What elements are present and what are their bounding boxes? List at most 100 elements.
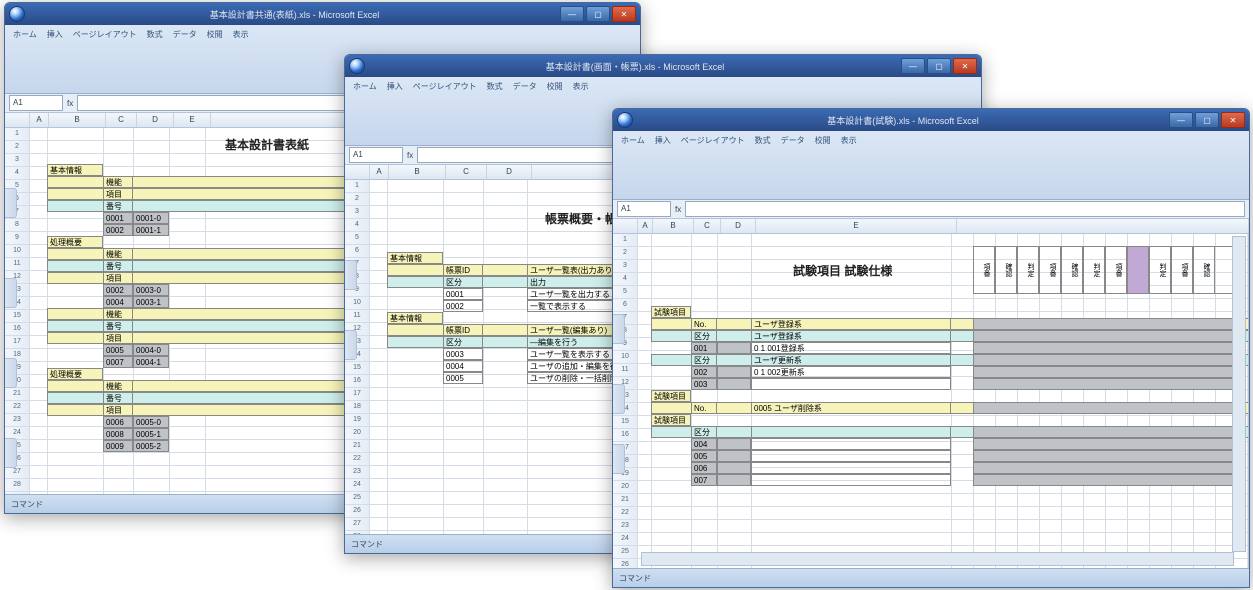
section-label[interactable]: 処理概要	[47, 368, 103, 380]
cell[interactable]	[751, 450, 951, 462]
titlebar[interactable]: 基本設計書共通(表紙).xls - Microsoft Excel — ▢ ✕	[5, 3, 640, 25]
section-label[interactable]: 試験項目	[651, 414, 691, 426]
cell[interactable]	[751, 462, 951, 474]
titlebar[interactable]: 基本設計書(画面・帳票).xls - Microsoft Excel — ▢ ✕	[345, 55, 981, 77]
matrix-row[interactable]	[973, 438, 1237, 450]
cell[interactable]: 機能	[103, 248, 133, 260]
cell[interactable]	[717, 474, 751, 486]
maximize-button[interactable]: ▢	[927, 58, 951, 74]
cell[interactable]: 機能	[103, 380, 133, 392]
cell[interactable]: 0001-1	[133, 224, 169, 236]
outline-tab[interactable]	[345, 330, 357, 360]
cell[interactable]: 0005	[443, 372, 483, 384]
cell[interactable]: 区分	[443, 276, 483, 288]
cell[interactable]: 0003-1	[133, 296, 169, 308]
maximize-button[interactable]: ▢	[586, 6, 610, 22]
cell[interactable]: 0005-2	[133, 440, 169, 452]
name-box[interactable]: A1	[9, 95, 63, 111]
minimize-button[interactable]: —	[1169, 112, 1193, 128]
ribbon-tab[interactable]: 数式	[755, 135, 771, 146]
worksheet[interactable]: 1234567891011121314151617181920212223242…	[613, 234, 1249, 568]
matrix-row[interactable]	[973, 378, 1237, 390]
cell[interactable]: 0 1 001登録系	[751, 342, 951, 354]
outline-tab[interactable]	[5, 278, 17, 308]
fx-icon[interactable]: fx	[67, 99, 73, 108]
cell[interactable]	[751, 474, 951, 486]
cell[interactable]: 0005 ユーザ削除系	[751, 402, 951, 414]
ribbon-tab[interactable]: 校閲	[547, 81, 563, 92]
ribbon-tab[interactable]: 数式	[147, 29, 163, 40]
matrix-row[interactable]	[973, 366, 1237, 378]
cell[interactable]: 001	[691, 342, 717, 354]
section-label[interactable]: 試験項目	[651, 390, 691, 402]
cell[interactable]: 帳票ID	[443, 324, 483, 336]
ribbon-tab[interactable]: データ	[781, 135, 805, 146]
cell[interactable]: 0002	[443, 300, 483, 312]
ribbon-tab[interactable]: ホーム	[621, 135, 645, 146]
section-label[interactable]: 基本情報	[47, 164, 103, 176]
ribbon-tab[interactable]: 表示	[233, 29, 249, 40]
cell[interactable]: 区分	[443, 336, 483, 348]
cell[interactable]: 0008	[103, 428, 133, 440]
office-orb[interactable]	[349, 58, 365, 74]
cell[interactable]	[751, 438, 951, 450]
cell[interactable]: 0001-0	[133, 212, 169, 224]
cell[interactable]: 区分	[691, 330, 717, 342]
cell[interactable]: 番号	[103, 260, 133, 272]
cell[interactable]: ユーザ登録系	[751, 318, 951, 330]
v-scrollbar[interactable]	[1232, 236, 1246, 552]
cell[interactable]: 区分	[691, 354, 717, 366]
ribbon-tab[interactable]: ページレイアウト	[681, 135, 745, 146]
cell[interactable]: 0001	[443, 288, 483, 300]
matrix-row[interactable]	[973, 426, 1237, 438]
close-button[interactable]: ✕	[612, 6, 636, 22]
ribbon-tab[interactable]: 表示	[841, 135, 857, 146]
cell[interactable]: 番号	[103, 392, 133, 404]
ribbon-tab[interactable]: 校閲	[207, 29, 223, 40]
cell[interactable]: 003	[691, 378, 717, 390]
fx-icon[interactable]: fx	[675, 205, 681, 214]
cell[interactable]	[751, 426, 951, 438]
ribbon-tab[interactable]: データ	[513, 81, 537, 92]
matrix-row[interactable]	[973, 354, 1237, 366]
cell[interactable]: 番号	[103, 320, 133, 332]
ribbon-tab[interactable]: 数式	[487, 81, 503, 92]
cell[interactable]	[717, 450, 751, 462]
ribbon-tab[interactable]: 挿入	[655, 135, 671, 146]
cell[interactable]: 004	[691, 438, 717, 450]
outline-tab[interactable]	[345, 260, 357, 290]
section-label[interactable]: 基本情報	[387, 252, 443, 264]
ribbon-tab[interactable]: ページレイアウト	[73, 29, 137, 40]
cell[interactable]: 項目	[103, 332, 133, 344]
h-scrollbar[interactable]	[641, 552, 1234, 566]
cell[interactable]: 0005-0	[133, 416, 169, 428]
fx-icon[interactable]: fx	[407, 151, 413, 160]
ribbon-tab[interactable]: 挿入	[387, 81, 403, 92]
close-button[interactable]: ✕	[953, 58, 977, 74]
ribbon-tab[interactable]: ホーム	[13, 29, 37, 40]
cell[interactable]: 0006	[103, 416, 133, 428]
ribbon-tab[interactable]: 校閲	[815, 135, 831, 146]
ribbon-tab[interactable]: 挿入	[47, 29, 63, 40]
cell[interactable]: 0004-0	[133, 344, 169, 356]
outline-tab[interactable]	[5, 438, 17, 468]
titlebar[interactable]: 基本設計書(試験).xls - Microsoft Excel — ▢ ✕	[613, 109, 1249, 131]
matrix-row[interactable]	[973, 462, 1237, 474]
cell[interactable]: ユーザ更新系	[751, 354, 951, 366]
matrix-row[interactable]	[973, 402, 1237, 414]
cell[interactable]: 0007	[103, 356, 133, 368]
cell[interactable]: 番号	[103, 200, 133, 212]
minimize-button[interactable]: —	[901, 58, 925, 74]
section-label[interactable]: 試験項目	[651, 306, 691, 318]
matrix-col-highlight[interactable]	[1127, 246, 1149, 294]
maximize-button[interactable]: ▢	[1195, 112, 1219, 128]
cell[interactable]: 機能	[103, 176, 133, 188]
cell[interactable]: 005	[691, 450, 717, 462]
cell[interactable]: 帳票ID	[443, 264, 483, 276]
cell[interactable]: 0003-0	[133, 284, 169, 296]
name-box[interactable]: A1	[617, 201, 671, 217]
formula-input[interactable]	[685, 201, 1245, 217]
cell[interactable]: 項目	[103, 272, 133, 284]
section-label[interactable]: 処理概要	[47, 236, 103, 248]
outline-tab[interactable]	[5, 188, 17, 218]
